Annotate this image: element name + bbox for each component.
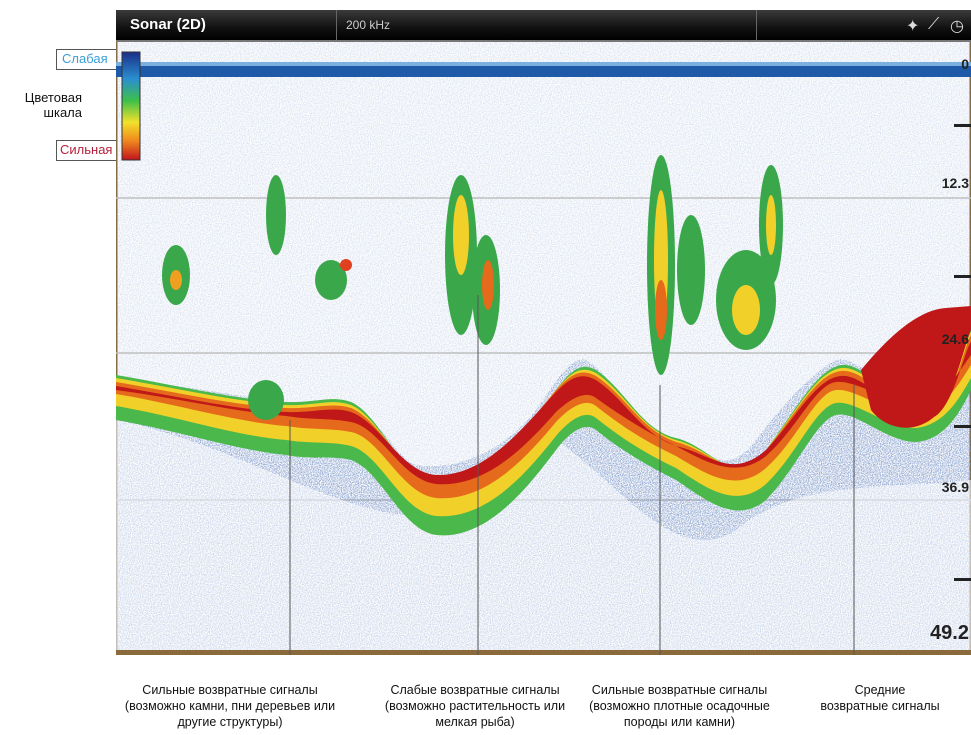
depth-label: 12.3 bbox=[941, 175, 969, 191]
color-scale-strong-label: Сильная bbox=[60, 142, 113, 157]
color-scale-weak-label: Слабая bbox=[62, 51, 108, 66]
color-scale-title: Цветовая шкала bbox=[24, 90, 82, 120]
annotation-line: мелкая рыба) bbox=[435, 715, 515, 729]
frequency-readout[interactable]: 200 kHz bbox=[346, 18, 390, 32]
annotation-line: Сильные возвратные сигналы bbox=[142, 683, 318, 697]
annotation-strong-sediment: Сильные возвратные сигналы (возможно пло… bbox=[582, 682, 777, 730]
depth-label: 36.9 bbox=[941, 479, 969, 495]
annotation-line: (возможно плотные осадочные bbox=[589, 699, 770, 713]
antenna-icon[interactable]: ⟋ bbox=[928, 16, 939, 34]
color-scale-bar bbox=[121, 51, 141, 161]
annotation-line: возвратные сигналы bbox=[820, 699, 940, 713]
top-bar-cell bbox=[336, 10, 757, 40]
depth-label: 0 bbox=[961, 56, 969, 72]
sonar-bottom-edge bbox=[116, 650, 971, 655]
mode-title[interactable]: Sonar (2D) bbox=[130, 16, 206, 33]
gauge-icon[interactable]: ◷ bbox=[950, 16, 964, 36]
annotation-line: (возможно камни, пни деревьев или bbox=[124, 699, 336, 713]
satellite-icon[interactable]: ✦ bbox=[906, 16, 919, 36]
annotation-medium: Средние возвратные сигналы bbox=[800, 682, 960, 714]
depth-label: 24.6 bbox=[941, 331, 969, 347]
annotation-line: (возможно растительность или bbox=[384, 699, 566, 713]
surface-highlight bbox=[116, 62, 971, 66]
annotation-line: Средние bbox=[854, 683, 906, 697]
surface-band bbox=[116, 65, 971, 77]
annotation-weak-vegetation: Слабые возвратные сигналы (возможно раст… bbox=[360, 682, 590, 730]
annotation-line: Сильные возвратные сигналы bbox=[591, 683, 768, 697]
annotation-line: другие структуры) bbox=[177, 715, 283, 729]
annotation-line: Слабые возвратные сигналы bbox=[390, 683, 560, 697]
annotation-strong-structures: Сильные возвратные сигналы (возможно кам… bbox=[100, 682, 360, 730]
annotation-line: породы или камни) bbox=[623, 715, 736, 729]
depth-label-max: 49.2 bbox=[930, 622, 969, 644]
sonar-top-bar: Sonar (2D) 200 kHz ✦ ⟋ ◷ bbox=[116, 10, 971, 42]
sonar-display[interactable] bbox=[116, 10, 971, 655]
